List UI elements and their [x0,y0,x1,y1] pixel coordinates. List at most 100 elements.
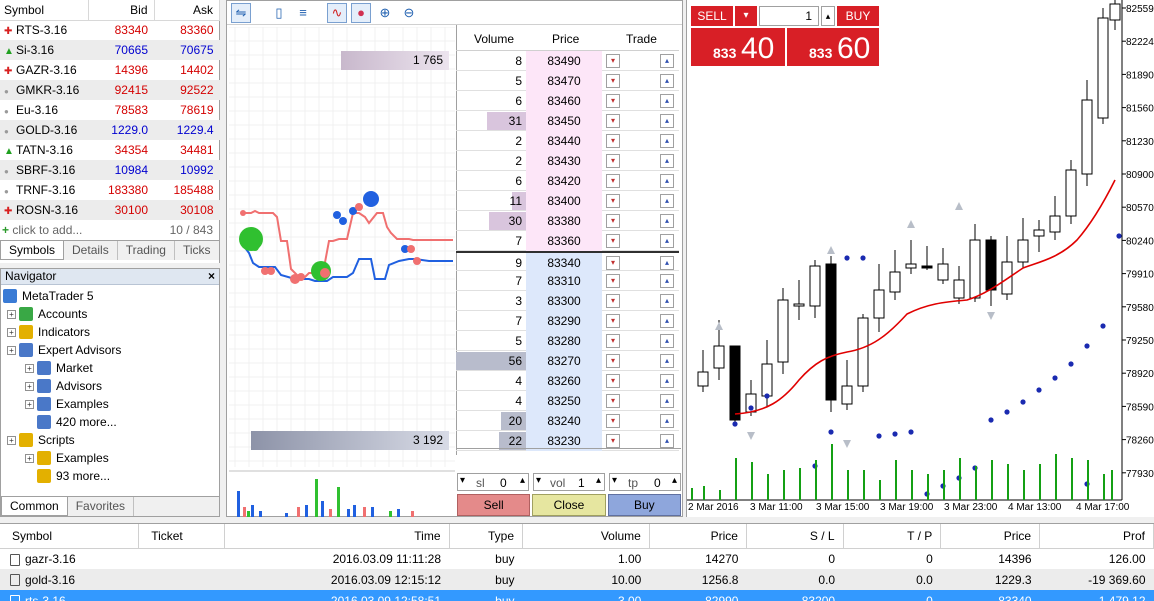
dom-row[interactable]: 6 83420 ▾ ▴ [456,171,679,191]
sell-limit-icon[interactable]: ▾ [606,434,620,448]
dom-row[interactable]: 20 83240 ▾ ▴ [456,411,679,431]
sell-limit-icon[interactable]: ▾ [606,256,620,270]
buy-limit-icon[interactable]: ▴ [660,174,674,188]
buy-limit-icon[interactable]: ▴ [660,256,674,270]
dom-close-button[interactable]: Close [532,494,606,516]
dom-row[interactable]: 30 83380 ▾ ▴ [456,211,679,231]
volume-field[interactable]: ▾ vol 1 ▴ [533,473,605,491]
buy-limit-icon[interactable]: ▴ [660,214,674,228]
trade-col-header[interactable]: T / P [843,524,942,549]
sell-limit-icon[interactable]: ▾ [606,174,620,188]
buy-limit-icon[interactable]: ▴ [660,134,674,148]
price-chart[interactable]: 82559 82224 81890 81560 81230 80900 80570 80240… [686,0,1154,517]
sell-limit-icon[interactable]: ▾ [606,414,620,428]
navigator-item[interactable]: + Examples [25,449,109,467]
navigator-item[interactable]: + Advisors [25,377,102,395]
col-symbol[interactable]: Symbol [0,0,89,21]
expand-icon[interactable]: + [7,327,16,337]
market-watch-row[interactable]: ● GOLD-3.16 1229.0 1229.4 [0,120,220,140]
trade-col-header[interactable]: S / L [746,524,844,549]
dom-row[interactable]: 9 83340 ▾ ▴ [456,251,679,273]
market-watch-row[interactable]: ▲ Si-3.16 70665 70675 [0,40,220,60]
bubbles-icon[interactable]: ● [351,2,371,23]
dom-row[interactable]: 3 83300 ▾ ▴ [456,291,679,311]
sell-limit-icon[interactable]: ▾ [606,334,620,348]
sell-limit-icon[interactable]: ▾ [606,94,620,108]
buy-limit-icon[interactable]: ▴ [660,94,674,108]
sell-limit-icon[interactable]: ▾ [606,54,620,68]
sell-limit-icon[interactable]: ▾ [606,114,620,128]
dom-row[interactable]: 8 83490 ▾ ▴ [456,51,679,71]
sell-limit-icon[interactable]: ▾ [606,374,620,388]
expand-icon[interactable]: + [7,309,16,319]
dom-row[interactable]: 7 83360 ▾ ▴ [456,231,679,251]
buy-limit-icon[interactable]: ▴ [660,274,674,288]
buy-limit-icon[interactable]: ▴ [660,354,674,368]
navigator-item[interactable]: + Expert Advisors [7,341,121,359]
expand-icon[interactable]: + [25,381,34,391]
expand-icon[interactable]: + [7,345,16,355]
buy-limit-icon[interactable]: ▴ [660,154,674,168]
sell-limit-icon[interactable]: ▾ [606,234,620,248]
market-watch-row[interactable]: ✚ ROSN-3.16 30100 30108 [0,200,220,220]
sort-icon[interactable]: ≡ [293,3,313,23]
col-ask[interactable]: Ask [154,0,220,21]
buy-limit-icon[interactable]: ▴ [660,374,674,388]
dom-row[interactable]: 5 83280 ▾ ▴ [456,331,679,351]
market-watch-row[interactable]: ● GMKR-3.16 92415 92522 [0,80,220,100]
one-click-buy-label[interactable]: BUY [837,6,879,26]
navigator-item[interactable]: + Examples [25,395,109,413]
dom-row[interactable]: 11 83400 ▾ ▴ [456,191,679,211]
trade-col-header[interactable]: Price [940,524,1041,549]
tab-ticks[interactable]: Ticks [175,241,219,260]
buy-limit-icon[interactable]: ▴ [660,54,674,68]
ticks-chart-icon[interactable]: ∿ [327,2,347,23]
lot-input[interactable]: 1 [759,6,819,26]
dom-row[interactable]: 7 83290 ▾ ▴ [456,311,679,331]
dom-row[interactable]: 2 83440 ▾ ▴ [456,131,679,151]
navigator-item[interactable]: + Market [25,359,93,377]
close-icon[interactable]: × [208,269,215,284]
navigator-item[interactable]: + Scripts [7,431,75,449]
sell-limit-icon[interactable]: ▾ [606,134,620,148]
buy-limit-icon[interactable]: ▴ [660,114,674,128]
one-click-sell-button[interactable]: 833 40 [691,28,785,66]
sell-limit-icon[interactable]: ▾ [606,214,620,228]
dom-row[interactable]: 5 83470 ▾ ▴ [456,71,679,91]
dom-row[interactable]: 4 83260 ▾ ▴ [456,371,679,391]
market-watch-row[interactable]: ✚ RTS-3.16 83340 83360 [0,20,220,40]
buy-limit-icon[interactable]: ▴ [660,294,674,308]
zoom-in-icon[interactable]: ⊕ [375,3,395,23]
position-row[interactable]: rts-3.16 2016.03.09 12:58:51 buy 3.00 82990 8… [0,590,1154,601]
trade-col-header[interactable]: Symbol [0,524,140,549]
position-row[interactable]: gold-3.16 2016.03.09 12:15:12 buy 10.00 1256… [0,569,1154,590]
tab-details[interactable]: Details [64,241,118,260]
buy-limit-icon[interactable]: ▴ [660,334,674,348]
tab-trading[interactable]: Trading [118,241,175,260]
dom-row[interactable]: 7 83310 ▾ ▴ [456,271,679,291]
expand-icon[interactable]: + [25,399,34,409]
navigator-item[interactable]: MetaTrader 5 [3,287,94,305]
navigator-item[interactable]: 93 more... [25,467,110,485]
buy-limit-icon[interactable]: ▴ [660,314,674,328]
trade-col-header[interactable]: Type [449,524,524,549]
add-symbol-row[interactable]: + click to add... 10 / 843 [0,220,219,240]
trade-col-header[interactable]: Volume [522,524,650,549]
trade-col-header[interactable]: Price [649,524,747,549]
market-watch-row[interactable]: ● Eu-3.16 78583 78619 [0,100,220,120]
buy-limit-icon[interactable]: ▴ [660,234,674,248]
trade-col-header[interactable]: Time [224,524,450,549]
sell-limit-icon[interactable]: ▾ [606,154,620,168]
tp-field[interactable]: ▾ tp 0 ▴ [609,473,681,491]
one-click-buy-button[interactable]: 833 60 [787,28,879,66]
dom-row[interactable]: 56 83270 ▾ ▴ [456,351,679,371]
dom-sell-button[interactable]: Sell [457,494,531,516]
market-watch-row[interactable]: ▲ TATN-3.16 34354 34481 [0,140,220,160]
expand-icon[interactable]: + [7,435,16,445]
dom-row[interactable]: 31 83450 ▾ ▴ [456,111,679,131]
expand-icon[interactable]: + [25,363,34,373]
tab-symbols[interactable]: Symbols [0,241,65,260]
trade-col-header[interactable]: Prof [1039,524,1154,549]
sell-limit-icon[interactable]: ▾ [606,314,620,328]
dom-row[interactable]: 4 83250 ▾ ▴ [456,391,679,411]
